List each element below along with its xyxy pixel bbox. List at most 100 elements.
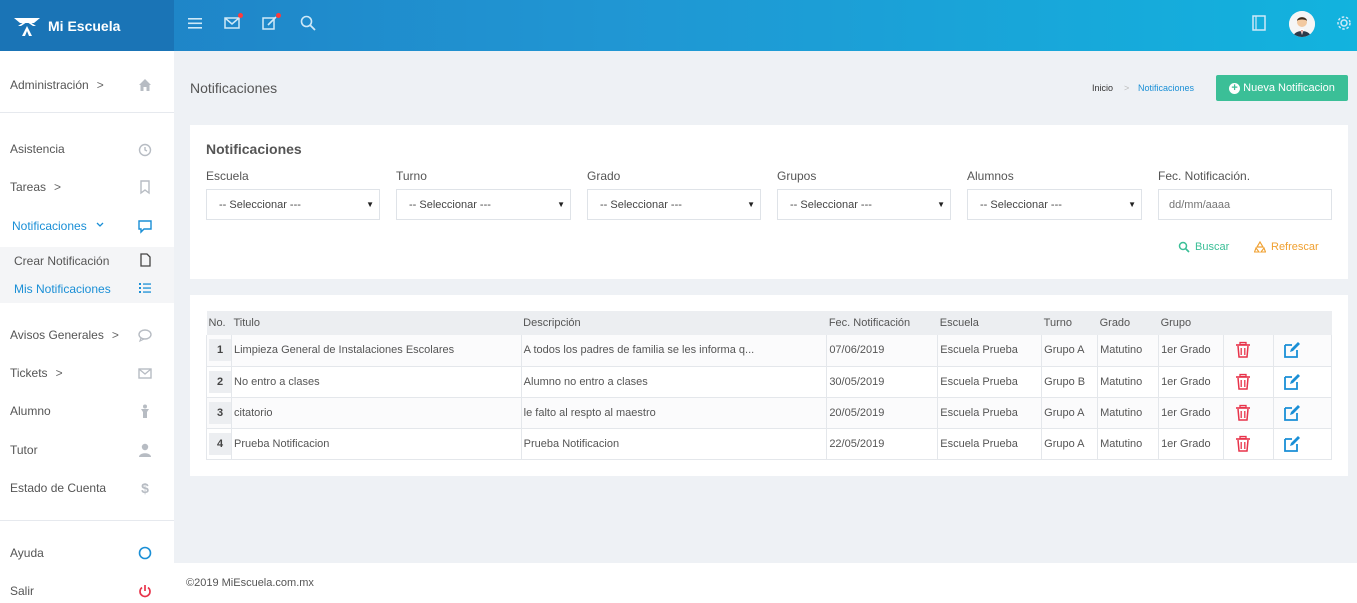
sidebar-item-label: Avisos Generales <box>10 328 104 342</box>
copyright-text: ©2019 MiEscuela.com.mx <box>186 577 314 589</box>
cell-grupo: 1er Grado <box>1158 397 1225 429</box>
settings-gear-icon[interactable] <box>1335 14 1353 32</box>
sidebar-item-asistencia[interactable]: Asistencia <box>0 134 174 164</box>
sidebar-item-label: Estado de Cuenta <box>10 481 107 495</box>
sidebar-item-alumno[interactable]: Alumno <box>0 396 174 426</box>
buscar-label: Buscar <box>1195 241 1230 253</box>
cell-turno: Grupo B <box>1041 366 1099 398</box>
cell-edit <box>1273 428 1333 460</box>
col-header-no[interactable]: No. <box>206 311 232 335</box>
delete-trash-icon[interactable] <box>1234 435 1252 453</box>
sidebar-item-estado-de-cuenta[interactable]: Estado de Cuenta $ <box>0 473 174 503</box>
new-notification-button[interactable]: + Nueva Notificacion <box>1216 75 1348 101</box>
breadcrumb-home[interactable]: Inicio <box>1092 83 1113 93</box>
cell-escuela: Escuela Prueba <box>937 397 1043 429</box>
delete-trash-icon[interactable] <box>1234 341 1252 359</box>
sidebar-item-ayuda[interactable]: Ayuda <box>0 538 174 568</box>
caret-down-icon: ▼ <box>1128 200 1136 209</box>
row-number-badge: 3 <box>209 401 231 424</box>
menu-toggle-icon[interactable] <box>186 14 204 32</box>
col-header-grado[interactable]: Grado <box>1097 311 1159 335</box>
col-header-descripcion[interactable]: Descripción <box>521 311 827 335</box>
table-row[interactable]: 3 citatorio le falto al respto al maestro 2… <box>206 397 1333 429</box>
cell-no: 2 <box>206 366 232 398</box>
notification-dot <box>238 13 243 18</box>
search-icon[interactable] <box>299 14 317 32</box>
cell-grado: Matutino <box>1097 428 1160 460</box>
cell-escuela: Escuela Prueba <box>937 366 1043 398</box>
edit-pencil-icon[interactable] <box>1283 341 1301 359</box>
cell-fecha: 07/06/2019 <box>826 335 939 367</box>
sidebar-item-label: Ayuda <box>10 546 44 560</box>
dollar-icon: $ <box>137 480 153 496</box>
col-header-escuela[interactable]: Escuela <box>937 311 1042 335</box>
sidebar-subitem-mis-notificaciones[interactable]: Mis Notificaciones <box>0 275 174 303</box>
grado-select-value: -- Seleccionar --- <box>600 198 682 211</box>
cell-descripcion: le falto al respto al maestro <box>521 397 828 429</box>
cell-descripcion: Alumno no entro a clases <box>521 366 828 398</box>
turno-select-value: -- Seleccionar --- <box>409 198 491 211</box>
sidebar-item-label: Mis Notificaciones <box>14 282 111 296</box>
cell-fecha: 22/05/2019 <box>826 428 939 460</box>
notifications-table: No. Titulo Descripción Fec. Notificación… <box>206 311 1333 460</box>
grado-select[interactable]: -- Seleccionar --- ▼ <box>587 189 761 220</box>
notification-dot <box>276 13 281 18</box>
file-icon <box>137 252 153 268</box>
col-header-fecha[interactable]: Fec. Notificación <box>826 311 938 335</box>
sidebar-item-label: Notificaciones <box>12 219 87 233</box>
delete-trash-icon[interactable] <box>1234 404 1252 422</box>
cell-delete <box>1223 428 1274 460</box>
edit-pencil-icon[interactable] <box>1283 435 1301 453</box>
list-icon <box>137 280 153 296</box>
messages-icon[interactable] <box>223 13 243 32</box>
col-header-grupo[interactable]: Grupo <box>1158 311 1224 335</box>
chevron-right-icon: > <box>55 366 63 380</box>
sidebar-subitem-crear-notificacion[interactable]: Crear Notificación <box>0 247 174 275</box>
cell-titulo: citatorio <box>231 397 522 429</box>
brand[interactable]: Mi Escuela <box>0 0 174 51</box>
escuela-label: Escuela <box>206 169 249 183</box>
chevron-down-icon <box>95 219 105 233</box>
fecha-notificacion-input[interactable] <box>1158 189 1332 220</box>
grupos-select[interactable]: -- Seleccionar --- ▼ <box>777 189 951 220</box>
cell-titulo: No entro a clases <box>231 366 522 398</box>
sidebar-item-tareas[interactable]: Tareas > <box>0 172 174 202</box>
compose-icon[interactable] <box>261 13 281 32</box>
user-icon <box>137 442 153 458</box>
col-header-turno[interactable]: Turno <box>1041 311 1098 335</box>
sidebar-item-avisos-generales[interactable]: Avisos Generales > <box>0 320 174 350</box>
cell-descripcion: A todos los padres de familia se les inf… <box>521 335 828 367</box>
turno-select[interactable]: -- Seleccionar --- ▼ <box>396 189 571 220</box>
buscar-button[interactable]: Buscar <box>1178 241 1229 253</box>
cell-descripcion: Prueba Notificacion <box>521 428 828 460</box>
page-title: Notificaciones <box>190 80 278 96</box>
svg-text:$: $ <box>141 480 149 496</box>
sidebar-item-tickets[interactable]: Tickets > <box>0 358 174 388</box>
escuela-select[interactable]: -- Seleccionar --- ▼ <box>206 189 380 220</box>
sidebar-item-salir[interactable]: Salir <box>0 576 174 603</box>
delete-trash-icon[interactable] <box>1234 373 1252 391</box>
power-icon <box>137 583 153 599</box>
col-header-titulo[interactable]: Titulo <box>231 311 522 335</box>
sidebar-item-notificaciones[interactable]: Notificaciones <box>0 211 174 241</box>
alumnos-select[interactable]: -- Seleccionar --- ▼ <box>967 189 1142 220</box>
edit-pencil-icon[interactable] <box>1283 404 1301 422</box>
col-header-delete <box>1223 311 1274 335</box>
cell-escuela: Escuela Prueba <box>937 428 1043 460</box>
refrescar-button[interactable]: Refrescar <box>1254 241 1319 253</box>
grado-label: Grado <box>587 169 621 183</box>
recycle-icon <box>1254 241 1266 253</box>
fullscreen-icon[interactable] <box>1250 14 1268 32</box>
user-avatar[interactable] <box>1289 11 1315 37</box>
breadcrumb-separator: > <box>1124 83 1130 93</box>
caret-down-icon: ▼ <box>557 200 565 209</box>
table-row[interactable]: 4 Prueba Notificacion Prueba Notificacion 2… <box>206 428 1333 460</box>
sidebar-item-tutor[interactable]: Tutor <box>0 435 174 465</box>
cell-turno: Grupo A <box>1041 335 1099 367</box>
mail-icon <box>137 365 153 381</box>
col-header-edit <box>1273 311 1332 335</box>
table-row[interactable]: 2 No entro a clases Alumno no entro a clas… <box>206 366 1333 398</box>
edit-pencil-icon[interactable] <box>1283 373 1301 391</box>
table-row[interactable]: 1 Limpieza General de Instalaciones Escol… <box>206 335 1333 367</box>
sidebar-item-administracion[interactable]: Administración > <box>0 70 174 100</box>
